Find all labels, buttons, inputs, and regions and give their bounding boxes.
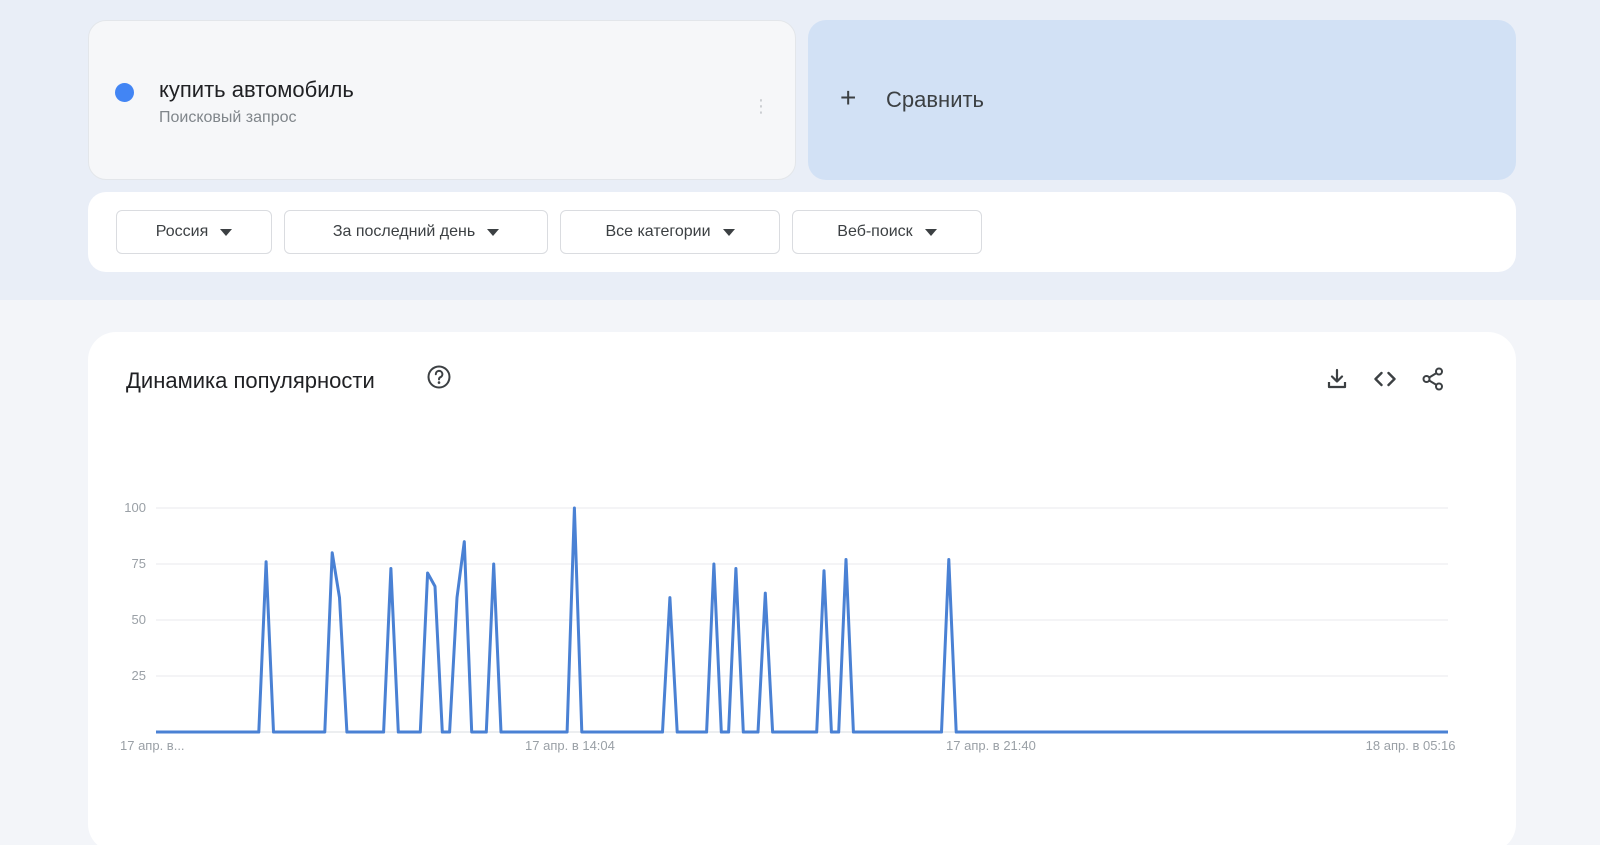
compare-button[interactable]: + Сравнить [808,20,1516,180]
category-dropdown[interactable]: Все категории [560,210,780,254]
x-tick-label: 17 апр. в... [120,738,185,753]
plus-icon: + [840,82,857,113]
y-tick-label: 50 [132,612,146,627]
x-tick-label: 17 апр. в 21:40 [946,738,1036,753]
share-icon[interactable] [1420,366,1446,392]
search-type-dropdown[interactable]: Веб-поиск [792,210,982,254]
region-dropdown-label: Россия [155,223,209,240]
trend-chart[interactable]: 25 50 75 100 17 апр. в... 17 апр. в 14:04 17 а… [88,482,1516,772]
search-type-dropdown-label: Веб-поиск [837,223,913,240]
interest-over-time-card: Динамика популярности 25 50 75 100 17 апр. в… [88,332,1516,845]
y-tick-label: 75 [132,556,146,571]
more-options-icon[interactable]: ⋮ [751,91,771,121]
region-dropdown[interactable]: Россия [116,210,272,254]
search-term-card[interactable]: купить автомобиль Поисковый запрос ⋮ [88,20,796,180]
caret-down-icon [722,228,735,236]
caret-down-icon [220,228,233,236]
y-tick-label: 100 [124,500,146,515]
embed-code-icon[interactable] [1372,366,1398,392]
caret-down-icon [487,228,500,236]
x-tick-label: 17 апр. в 14:04 [525,738,615,753]
caret-down-icon [924,228,937,236]
filter-bar: Россия За последний день Все категории В… [88,192,1516,272]
time-range-dropdown[interactable]: За последний день [284,210,548,254]
series-color-dot [115,83,134,102]
download-icon[interactable] [1324,366,1350,392]
chart-panel-title: Динамика популярности [126,368,375,393]
help-circle-icon[interactable] [426,364,452,390]
search-term-type: Поисковый запрос [159,109,297,126]
y-tick-label: 25 [132,668,146,683]
category-dropdown-label: Все категории [605,223,711,240]
compare-label: Сравнить [886,87,985,112]
time-range-dropdown-label: За последний день [332,223,476,240]
x-tick-label: 18 апр. в 05:16 [1366,738,1456,753]
search-term-title[interactable]: купить автомобиль [159,77,354,103]
